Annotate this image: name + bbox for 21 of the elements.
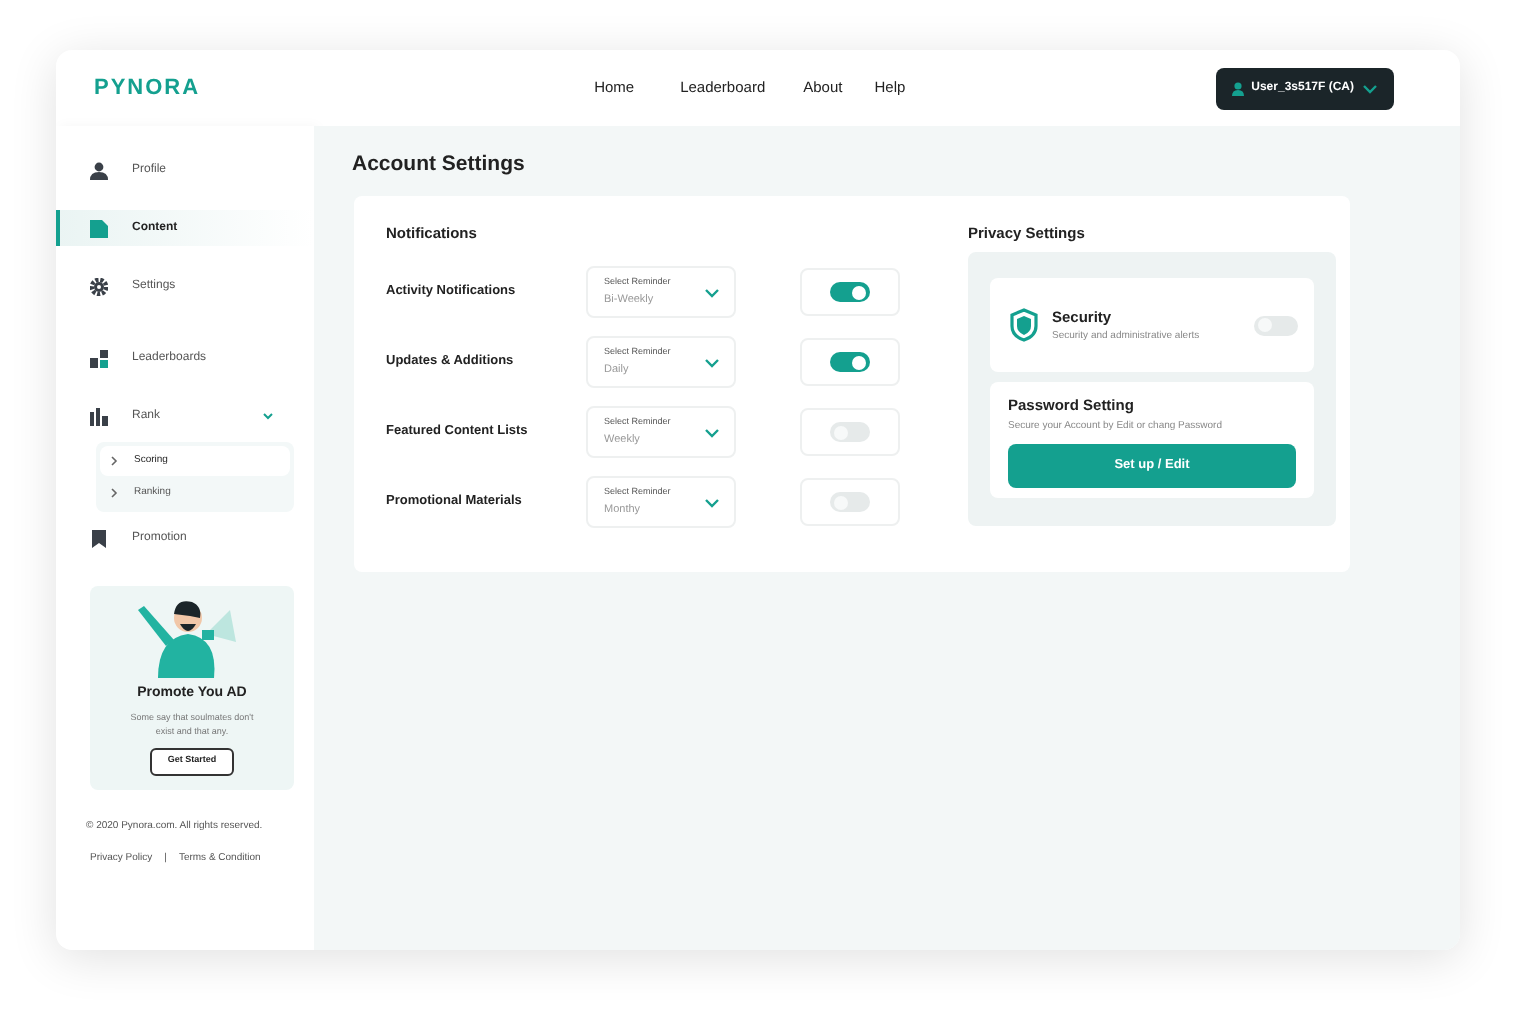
- toggle-switch[interactable]: [1254, 315, 1298, 335]
- file-icon: [90, 219, 108, 237]
- bar-chart-icon: [90, 407, 108, 425]
- caret-icon: [704, 427, 720, 437]
- caret-right-icon: [110, 488, 118, 498]
- toggle-switch[interactable]: [830, 422, 870, 442]
- bookmark-icon: [90, 529, 108, 547]
- caret-icon: [704, 287, 720, 297]
- blocks-icon: [90, 349, 108, 367]
- user-icon: [1231, 81, 1244, 95]
- gear-icon: [90, 277, 108, 295]
- toggle-switch[interactable]: [830, 492, 870, 512]
- toggle-switch[interactable]: [830, 352, 870, 372]
- caret-icon: [704, 357, 720, 367]
- page-title: Account Settings: [352, 150, 527, 180]
- caret-icon: [704, 497, 720, 507]
- caret-icon: [1362, 83, 1378, 93]
- person-icon: [90, 161, 108, 179]
- shield-icon: [1010, 308, 1038, 342]
- caret-right-icon: [110, 456, 118, 466]
- toggle-switch[interactable]: [830, 282, 870, 302]
